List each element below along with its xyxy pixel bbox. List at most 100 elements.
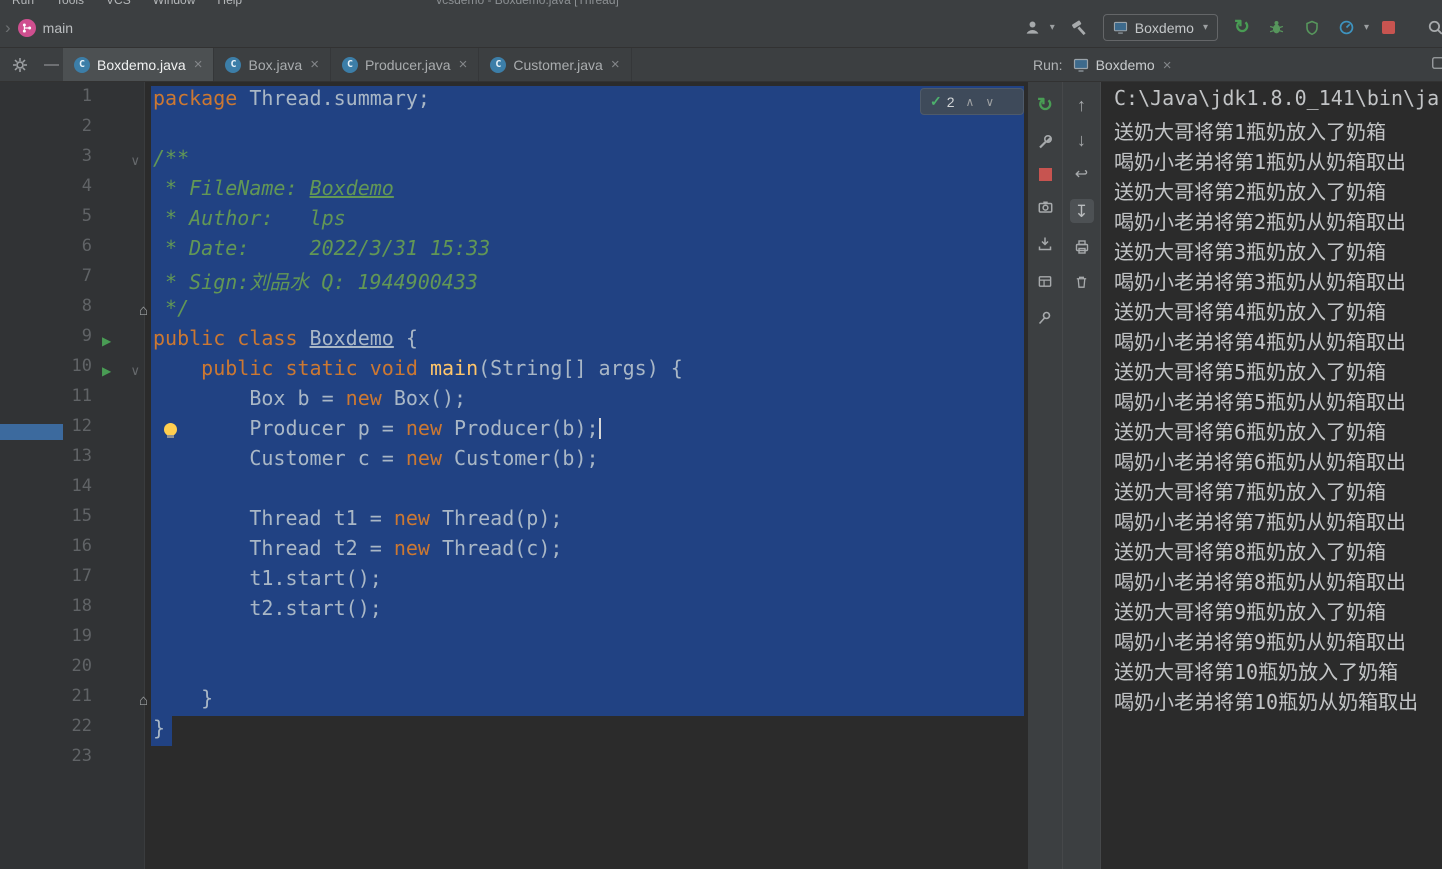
code-line[interactable]: 13 Customer c = new Customer(b); (0, 446, 1028, 476)
up-stack-trace-icon[interactable]: ↑ (1071, 94, 1093, 116)
inspection-widget[interactable]: ✓ 2 ∧ ∨ (920, 88, 1024, 115)
run-line-icon[interactable]: ▶ (102, 326, 111, 356)
line-number[interactable]: 16 (0, 536, 92, 566)
line-number[interactable]: 9 (0, 326, 92, 356)
intention-bulb-icon[interactable] (164, 423, 177, 438)
line-number[interactable]: 2 (0, 116, 92, 146)
restore-layout-icon[interactable] (1034, 270, 1056, 292)
code-line[interactable]: 2 (0, 116, 1028, 146)
code-line[interactable]: 23 (0, 746, 1028, 776)
stop-process-icon[interactable] (1038, 168, 1052, 181)
run-configuration-dropdown-icon[interactable]: ▾ (1203, 22, 1208, 33)
line-number[interactable]: 20 (0, 656, 92, 686)
code-line[interactable]: 16 Thread t2 = new Thread(c); (0, 536, 1028, 566)
line-number[interactable]: 1 (0, 86, 92, 116)
line-number[interactable]: 4 (0, 176, 92, 206)
code-line[interactable]: 6 * Date: 2022/3/31 15:33 (0, 236, 1028, 266)
menu-item[interactable]: Run (12, 0, 34, 7)
dump-threads-icon[interactable] (1034, 233, 1056, 255)
code-line[interactable]: 3 ∨ /** (0, 146, 1028, 176)
menu-item[interactable]: VCS (106, 0, 131, 7)
close-run-tab-icon[interactable]: × (1163, 57, 1172, 74)
debug-button[interactable] (1266, 17, 1288, 39)
panel-options-icon[interactable] (1431, 56, 1442, 75)
clear-console-icon[interactable] (1071, 271, 1093, 293)
line-number[interactable]: 22 (0, 716, 92, 746)
run-button[interactable]: ↻ (1231, 17, 1253, 39)
fold-end-icon[interactable]: ⌂ (139, 686, 148, 716)
editor-tab[interactable]: C Boxdemo.java × (63, 48, 215, 81)
code-line[interactable]: 17 t1.start(); (0, 566, 1028, 596)
profiler-dropdown-icon[interactable]: ▾ (1364, 22, 1369, 33)
wrench-icon[interactable] (1034, 131, 1056, 153)
prev-problem-icon[interactable]: ∧ (966, 95, 975, 109)
code-line[interactable]: 20 (0, 656, 1028, 686)
line-number[interactable]: 3 (0, 146, 92, 176)
fold-icon[interactable]: ∨ (130, 146, 140, 176)
line-number[interactable]: 8 (0, 296, 92, 326)
line-number[interactable]: 18 (0, 596, 92, 626)
run-line-icon[interactable]: ▶ (102, 356, 111, 386)
git-branch-icon[interactable] (17, 18, 36, 37)
code-line[interactable]: 14 (0, 476, 1028, 506)
line-number[interactable]: 12 (0, 416, 92, 446)
code-editor[interactable]: 1 package Thread.summary; 2 3 ∨/** 4 * FileNa… (0, 82, 1028, 869)
stop-button[interactable] (1382, 21, 1395, 34)
line-number[interactable]: 5 (0, 206, 92, 236)
settings-gear-icon[interactable] (9, 54, 31, 76)
coverage-button[interactable] (1301, 17, 1323, 39)
down-stack-trace-icon[interactable]: ↓ (1071, 129, 1093, 151)
menu-item[interactable]: Tools (56, 0, 84, 7)
code-line[interactable]: 4 * FileName: Boxdemo (0, 176, 1028, 206)
collaborators-dropdown-icon[interactable]: ▾ (1050, 22, 1055, 33)
line-number[interactable]: 11 (0, 386, 92, 416)
run-configuration-select[interactable]: Boxdemo ▾ (1102, 14, 1218, 41)
soft-wrap-icon[interactable]: ↩ (1071, 164, 1093, 186)
git-branch-name[interactable]: main (43, 20, 73, 36)
build-hammer-icon[interactable] (1068, 17, 1090, 39)
next-problem-icon[interactable]: ∨ (985, 95, 994, 109)
code-line[interactable]: 8 ⌂ */ (0, 296, 1028, 326)
line-number[interactable]: 6 (0, 236, 92, 266)
profiler-button[interactable] (1336, 17, 1358, 39)
run-tab[interactable]: Boxdemo × (1073, 57, 1172, 74)
line-number[interactable]: 23 (0, 746, 92, 776)
search-everywhere-icon[interactable] (1424, 17, 1442, 39)
code-line[interactable]: 21 ⌂ } (0, 686, 1028, 716)
code-line[interactable]: 15 Thread t1 = new Thread(p); (0, 506, 1028, 536)
code-line[interactable]: 7 * Sign:刘品水 Q: 1944900433 (0, 266, 1028, 296)
code-line[interactable]: 10 ▶ ∨ public static void main(String[] ar… (0, 356, 1028, 386)
close-tab-icon[interactable]: × (310, 56, 319, 73)
menu-item[interactable]: Help (217, 0, 242, 7)
rerun-icon[interactable]: ↻ (1034, 94, 1056, 116)
pin-icon[interactable] (1034, 307, 1056, 329)
close-tab-icon[interactable]: × (194, 56, 203, 73)
code-line[interactable]: 22} (0, 716, 1028, 746)
close-tab-icon[interactable]: × (611, 56, 620, 73)
fold-end-icon[interactable]: ⌂ (139, 296, 148, 326)
line-number[interactable]: 14 (0, 476, 92, 506)
menu-item[interactable]: Window (153, 0, 196, 7)
editor-tab[interactable]: C Customer.java × (479, 48, 632, 81)
collaborators-icon[interactable] (1022, 17, 1044, 39)
scroll-to-end-toggle[interactable]: ↧ (1069, 199, 1094, 223)
code-line[interactable]: 9 ▶ public class Boxdemo { (0, 326, 1028, 356)
line-number[interactable]: 7 (0, 266, 92, 296)
camera-icon[interactable] (1034, 196, 1056, 218)
code-line[interactable]: 19 (0, 626, 1028, 656)
fold-icon[interactable]: ∨ (130, 356, 140, 386)
editor-tab[interactable]: C Producer.java × (331, 48, 480, 81)
line-number[interactable]: 21 (0, 686, 92, 716)
run-console[interactable]: C:\Java\jdk1.8.0_141\bin\ja 送奶大哥将第1瓶奶放入了奶… (1100, 82, 1442, 869)
line-number[interactable]: 19 (0, 626, 92, 656)
line-number[interactable]: 10 (0, 356, 92, 386)
code-line[interactable]: 18 t2.start(); (0, 596, 1028, 626)
code-line[interactable]: 11 Box b = new Box(); (0, 386, 1028, 416)
line-number[interactable]: 17 (0, 566, 92, 596)
code-line[interactable]: 5 * Author: lps (0, 206, 1028, 236)
editor-tab[interactable]: C Box.java × (214, 48, 331, 81)
code-line[interactable]: 12 Producer p = new Producer(b); (0, 416, 1028, 446)
hide-panel-icon[interactable]: — (44, 57, 59, 72)
line-number[interactable]: 15 (0, 506, 92, 536)
code-line[interactable]: 1 package Thread.summary; (0, 86, 1028, 116)
